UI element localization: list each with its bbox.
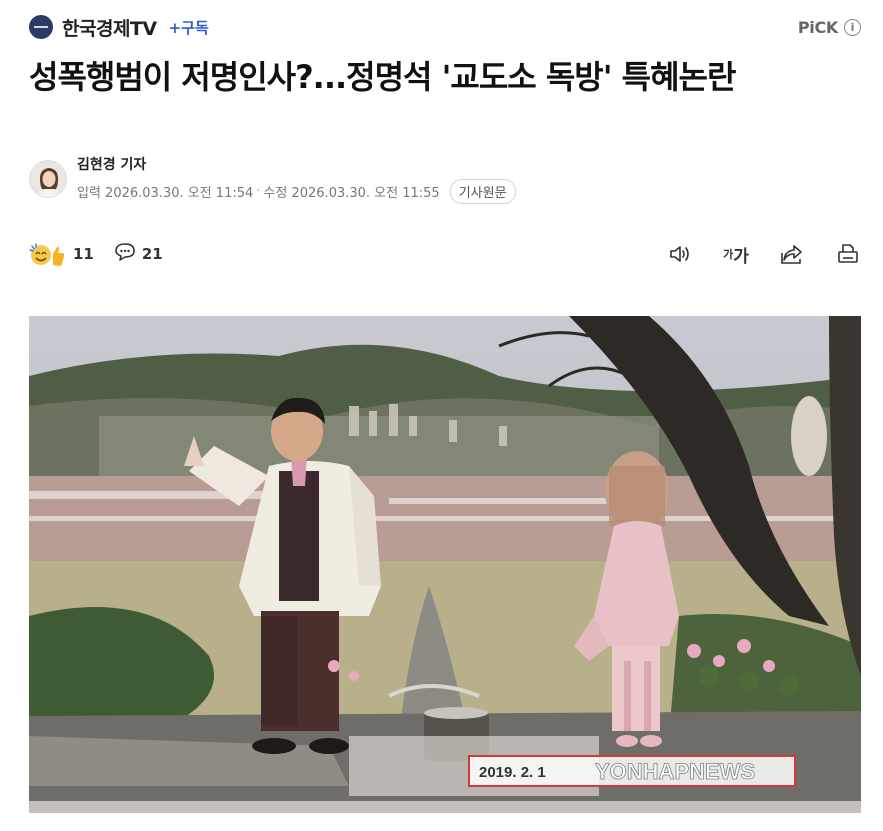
reporter-name[interactable]: 김현경 기자 <box>77 154 516 174</box>
share-icon[interactable] <box>779 241 805 267</box>
article-header: 한국경제TV +구독 PiCK i <box>29 8 861 46</box>
comments-button[interactable]: 21 <box>114 242 163 266</box>
reaction-button[interactable]: 11 <box>29 241 94 267</box>
reaction-count: 11 <box>73 245 94 263</box>
modified-date: 수정 2026.03.30. 오전 11:55 <box>263 186 440 201</box>
article-tools: 가가 <box>637 241 861 267</box>
press-name[interactable]: 한국경제TV <box>62 14 157 41</box>
press-logo[interactable] <box>29 15 53 39</box>
pick-badge[interactable]: PiCK i <box>798 18 861 37</box>
font-size-small-glyph: 가 <box>723 248 734 261</box>
pick-label: PiCK <box>797 17 838 37</box>
info-icon[interactable]: i <box>844 18 861 36</box>
reporter-avatar[interactable] <box>29 160 67 198</box>
font-size-icon[interactable]: 가가 <box>723 241 749 267</box>
photo-watermark: YONHAPNEWS <box>595 759 755 784</box>
font-size-large-glyph: 가 <box>733 246 749 267</box>
article-toolbar: 11 21 가가 <box>29 238 861 270</box>
date-separator: · <box>256 184 261 199</box>
photo-caption-date: 2019. 2. 1 <box>479 764 546 781</box>
byline: 김현경 기자 입력 2026.03.30. 오전 11:54 · 수정 2026… <box>29 154 516 204</box>
published-date: 입력 2026.03.30. 오전 11:54 <box>77 186 254 201</box>
original-article-button[interactable]: 기사원문 <box>449 179 516 204</box>
speaker-icon[interactable] <box>667 241 693 267</box>
comment-count: 21 <box>141 245 163 263</box>
reaction-emoji-icon <box>29 241 67 267</box>
subscribe-button[interactable]: +구독 <box>169 17 209 38</box>
article-photo[interactable]: 2019. 2. 1 YONHAPNEWS <box>29 316 861 813</box>
article-title: 성폭행범이 저명인사?...정명석 '교도소 독방' 특혜논란 <box>29 58 736 96</box>
article-dates: 입력 2026.03.30. 오전 11:54 · 수정 2026.03.30.… <box>77 179 516 204</box>
print-icon[interactable] <box>835 241 861 267</box>
comment-icon <box>114 242 136 266</box>
